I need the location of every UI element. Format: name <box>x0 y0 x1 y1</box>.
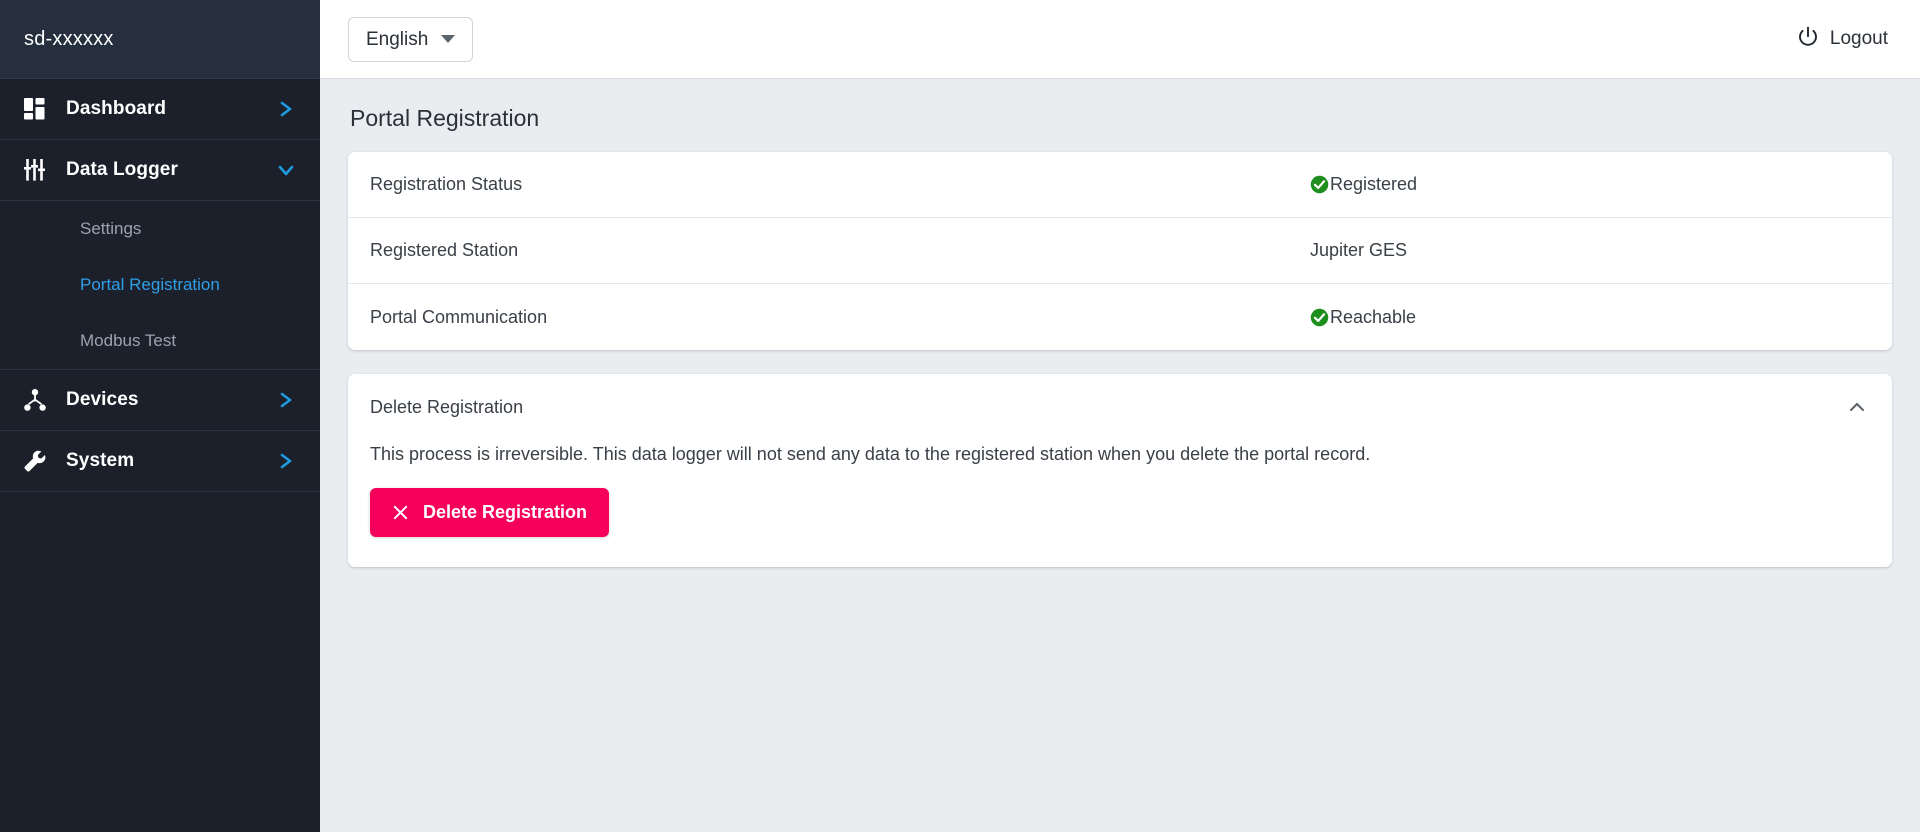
sidebar-item-label: Dashboard <box>66 98 167 119</box>
sidebar-subitem-label: Modbus Test <box>80 331 177 350</box>
sidebar-item-system[interactable]: System <box>0 431 320 492</box>
check-circle-icon <box>1310 308 1329 327</box>
delete-registration-accordion-header[interactable]: Delete Registration <box>348 374 1892 440</box>
topbar: English Logout <box>320 0 1920 79</box>
delete-registration-button-label: Delete Registration <box>423 502 588 523</box>
row-label: Portal Communication <box>370 306 548 327</box>
row-value: Reachable <box>1330 306 1417 327</box>
power-icon <box>1797 26 1819 53</box>
sliders-icon <box>20 159 50 181</box>
row-label: Registered Station <box>370 240 519 260</box>
sidebar-subnav-data-logger: Settings Portal Registration Modbus Test <box>0 201 320 370</box>
sidebar-header: sd-xxxxxx <box>0 0 320 79</box>
page-title: Portal Registration <box>350 105 540 131</box>
sidebar-item-modbus-test[interactable]: Modbus Test <box>0 313 320 369</box>
sidebar-nav: Dashboard Data Logger Settings Portal Re… <box>0 79 320 832</box>
caret-down-icon <box>441 35 456 43</box>
wrench-icon <box>20 450 50 472</box>
row-value-container: Jupiter GES <box>1310 240 1870 261</box>
delete-registration-button[interactable]: Delete Registration <box>370 488 610 538</box>
delete-warning-text: This process is irreversible. This data … <box>370 444 1371 464</box>
sidebar-item-settings[interactable]: Settings <box>0 201 320 257</box>
sidebar-item-devices[interactable]: Devices <box>0 370 320 431</box>
chevron-right-icon[interactable] <box>276 390 296 410</box>
table-row: Registered Station Jupiter GES <box>348 218 1892 284</box>
device-name: sd-xxxxxx <box>24 27 114 50</box>
language-select[interactable]: English <box>348 16 474 62</box>
sidebar-subitem-label: Settings <box>80 219 142 238</box>
check-circle-icon <box>1310 175 1329 194</box>
table-row: Portal Communication Reachable <box>348 284 1892 350</box>
close-x-icon <box>392 504 409 521</box>
page-content: Portal Registration Registration Status … <box>320 79 1920 832</box>
accordion-title: Delete Registration <box>370 396 524 417</box>
delete-registration-accordion-body: This process is irreversible. This data … <box>348 440 1892 567</box>
sidebar-item-label: System <box>66 450 135 471</box>
table-row: Registration Status Registered <box>348 152 1892 218</box>
registration-status-card: Registration Status Registered Registere… <box>348 152 1892 350</box>
chevron-down-icon[interactable] <box>276 163 296 177</box>
row-label: Registration Status <box>370 174 523 194</box>
sidebar-item-label: Data Logger <box>66 159 178 180</box>
row-value-container: Registered <box>1310 174 1870 195</box>
main-area: English Logout Portal Registration Regis… <box>320 0 1920 832</box>
row-value-container: Reachable <box>1310 307 1870 328</box>
sidebar-item-portal-registration[interactable]: Portal Registration <box>0 257 320 313</box>
logout-label: Logout <box>1829 28 1888 49</box>
sidebar: sd-xxxxxx Dashboard Data Logger Settings… <box>0 0 320 832</box>
sidebar-item-label: Devices <box>66 389 139 410</box>
dashboard-grid-icon <box>20 98 50 120</box>
sidebar-subitem-label: Portal Registration <box>80 275 220 294</box>
app-root: sd-xxxxxx Dashboard Data Logger Settings… <box>0 0 1920 832</box>
sidebar-item-dashboard[interactable]: Dashboard <box>0 79 320 140</box>
chevron-up-icon[interactable] <box>1844 394 1870 420</box>
delete-registration-card: Delete Registration This process is irre… <box>348 374 1892 568</box>
chevron-right-icon[interactable] <box>276 99 296 119</box>
logout-button[interactable]: Logout <box>1793 20 1892 59</box>
chevron-right-icon[interactable] <box>276 451 296 471</box>
row-value: Jupiter GES <box>1310 240 1408 260</box>
sidebar-item-data-logger[interactable]: Data Logger <box>0 140 320 201</box>
language-select-value: English <box>366 28 429 50</box>
sitemap-icon <box>20 389 50 411</box>
row-value: Registered <box>1330 174 1418 194</box>
